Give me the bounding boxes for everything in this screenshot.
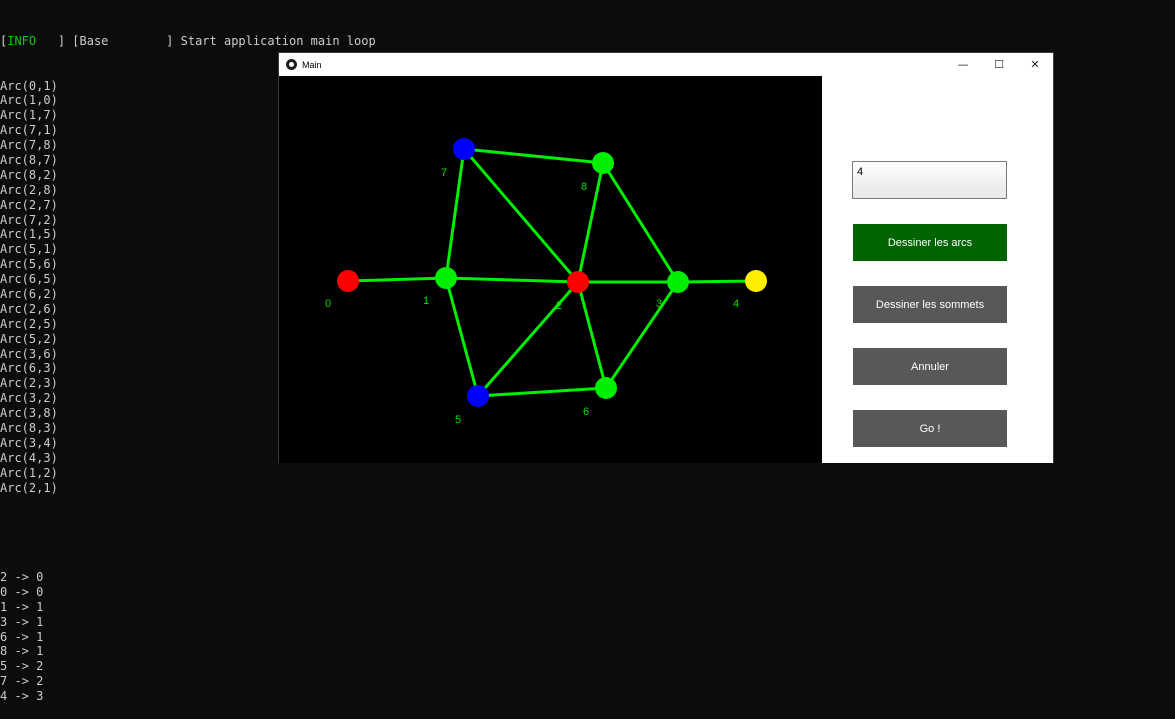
arc-line: Arc(1,2) [0, 465, 58, 480]
title-bar[interactable]: Main — ☐ ✕ [279, 53, 1053, 76]
go-button[interactable]: Go ! [853, 410, 1007, 447]
graph-node-label-0: 0 [325, 298, 331, 310]
graph-node-label-2: 2 [556, 300, 562, 312]
graph-canvas[interactable]: 0 1 2 3 4 5 6 7 8 [279, 76, 822, 463]
graph-node-2[interactable] [567, 271, 589, 293]
cancel-button[interactable]: Annuler [853, 348, 1007, 385]
result-line: 0 -> 0 [0, 584, 44, 599]
result-line: 5 -> 2 [0, 659, 44, 674]
graph-node-4[interactable] [745, 270, 767, 292]
graph-node-label-6: 6 [583, 406, 589, 418]
graph-node-label-8: 8 [581, 181, 587, 193]
app-logo-icon [286, 59, 297, 70]
result-line: 1 -> 1 [0, 599, 44, 614]
graph-node-label-1: 1 [423, 295, 429, 307]
graph-node-label-5: 5 [455, 414, 461, 426]
close-button[interactable]: ✕ [1017, 53, 1053, 76]
graph-node-6[interactable] [595, 377, 617, 399]
control-panel: 4 Dessiner les arcs Dessiner les sommets… [822, 76, 1053, 463]
result-line: 3 -> 1 [0, 614, 44, 629]
result-line: 6 -> 1 [0, 629, 44, 644]
graph-node-3[interactable] [667, 271, 689, 293]
log-level-info: INFO [7, 33, 37, 48]
graph-node-label-4: 4 [733, 298, 739, 310]
result-line: 7 -> 2 [0, 674, 44, 689]
graph-node-0[interactable] [337, 270, 359, 292]
graph-node-label-7: 7 [441, 167, 447, 179]
result-line: 8 -> 1 [0, 644, 44, 659]
graph-edge-3-4 [677, 279, 757, 284]
main-window: Main — ☐ ✕ 0 1 2 3 4 5 6 7 8 4 Dessiner les arcs… [278, 52, 1054, 463]
graph-node-5[interactable] [467, 385, 489, 407]
result-line: 2 -> 0 [0, 569, 44, 584]
vertex-input[interactable]: 4 [852, 161, 1007, 199]
arc-line: Arc(2,1) [0, 480, 58, 495]
result-line: 4 -> 3 [0, 689, 44, 704]
log-header-line: [INFO ] [Base ] Start application main l… [0, 34, 376, 49]
window-controls: — ☐ ✕ [945, 53, 1053, 76]
graph-node-8[interactable] [592, 152, 614, 174]
canvas-background [279, 76, 822, 463]
draw-vertices-button[interactable]: Dessiner les sommets [853, 286, 1007, 323]
graph-svg: 0 1 2 3 4 5 6 7 8 [279, 76, 822, 463]
graph-node-7[interactable] [453, 138, 475, 160]
minimize-button[interactable]: — [945, 53, 981, 76]
graph-node-1[interactable] [435, 267, 457, 289]
window-title: Main [302, 59, 322, 70]
maximize-button[interactable]: ☐ [981, 53, 1017, 76]
graph-node-label-3: 3 [656, 298, 662, 310]
draw-arcs-button[interactable]: Dessiner les arcs [853, 224, 1007, 261]
result-list: 2 -> 00 -> 01 -> 13 -> 16 -> 18 -> 15 ->… [0, 570, 376, 704]
log-message: ] [Base ] Start application main loop [36, 33, 376, 48]
